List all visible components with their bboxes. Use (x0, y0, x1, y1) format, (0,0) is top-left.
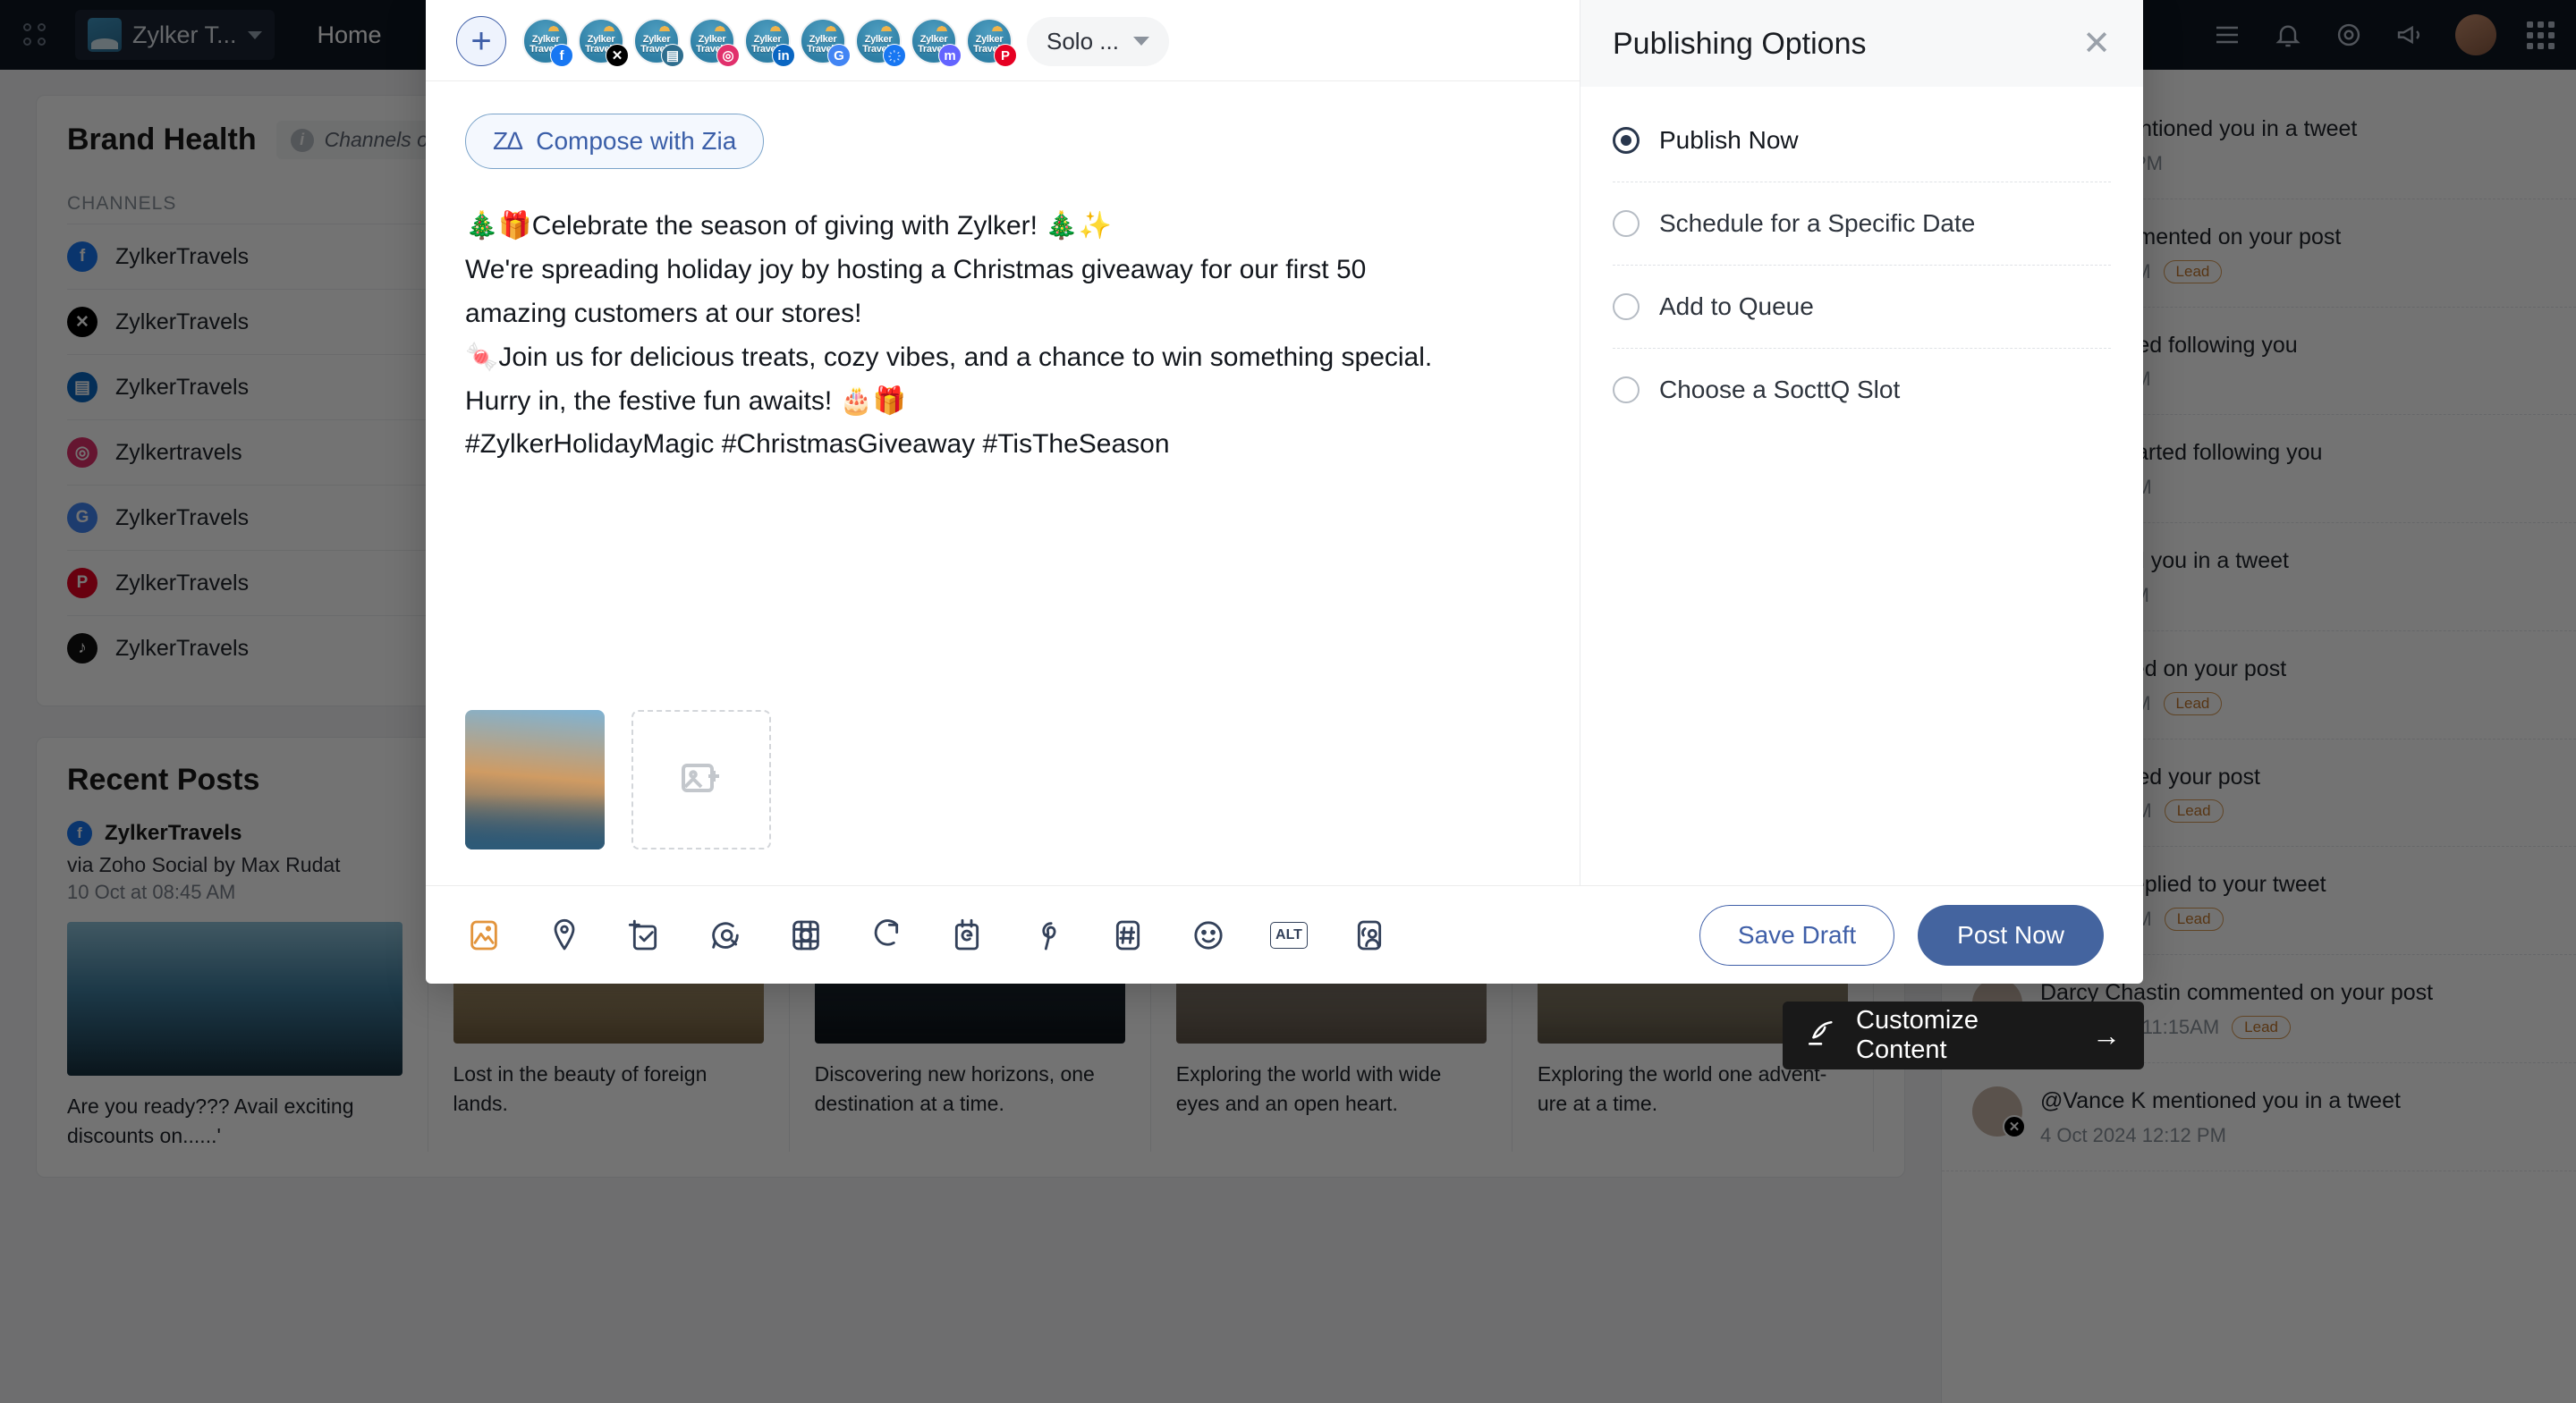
publishing-options-title: Publishing Options (1613, 27, 1867, 62)
radio-button[interactable] (1613, 293, 1640, 320)
location-pin-icon[interactable] (546, 917, 583, 954)
post-text-line: 🎄🎁Celebrate the season of giving with Zy… (465, 205, 1467, 249)
channel-avatar[interactable]: ZylkerTravels✕ (578, 18, 624, 64)
image-icon[interactable] (465, 917, 503, 954)
publishing-options-header: Publishing Options ✕ (1580, 0, 2143, 87)
compose-footer-actions: Save Draft Post Now (1699, 905, 2104, 966)
linkedin-page-icon: ▤ (661, 44, 684, 67)
linkedin-icon: in (772, 44, 795, 67)
add-channel-button[interactable]: + (456, 16, 506, 66)
media-thumbnail[interactable] (465, 710, 605, 849)
mention-user-icon[interactable] (1351, 917, 1388, 954)
publishing-option-1[interactable]: Publish Now (1613, 99, 2111, 182)
channel-avatar[interactable]: ZylkerTravels▤ (633, 18, 680, 64)
compose-with-zia-label: Compose with Zia (536, 127, 736, 156)
customize-content-label: Customize Content (1856, 1006, 2072, 1065)
compose-toolbar: ALT (465, 917, 1388, 954)
post-mode-select[interactable]: Solo ... (1027, 17, 1169, 66)
post-now-button[interactable]: Post Now (1918, 905, 2104, 966)
post-text-line: We're spreading holiday joy by hosting a… (465, 249, 1467, 336)
selected-channels: ZylkerTravelsfZylkerTravels✕ZylkerTravel… (522, 18, 1013, 64)
publishing-option-label: Publish Now (1659, 126, 1799, 155)
compose-modal-footer: ALT Save Draft Post Now (426, 885, 2143, 984)
share-arrow-icon[interactable] (868, 917, 905, 954)
google-business-icon: G (827, 44, 851, 67)
hashtag-icon[interactable] (1109, 917, 1147, 954)
close-icon[interactable]: ✕ (2082, 34, 2111, 55)
compose-modal-body: + ZylkerTravelsfZylkerTravels✕ZylkerTrav… (426, 0, 2143, 885)
publishing-option-2[interactable]: Schedule for a Specific Date (1613, 182, 2111, 266)
save-draft-button[interactable]: Save Draft (1699, 905, 1894, 966)
zia-icon: Z∆ (493, 127, 521, 156)
compose-editor-area[interactable]: Z∆ Compose with Zia 🎄🎁Celebrate the seas… (426, 81, 1580, 683)
customize-content-button[interactable]: Customize Content → (1783, 1002, 2144, 1069)
chevron-down-icon (1133, 37, 1149, 46)
alt-text-icon[interactable]: ALT (1270, 917, 1308, 954)
channel-avatar-strip: + ZylkerTravelsfZylkerTravels✕ZylkerTrav… (426, 0, 1580, 81)
channel-avatar[interactable]: ZylkerTravelsG (800, 18, 846, 64)
publishing-option-label: Add to Queue (1659, 292, 1814, 321)
publishing-option-label: Schedule for a Specific Date (1659, 209, 1975, 238)
publishing-options-list: Publish Now Schedule for a Specific Date A… (1580, 87, 2143, 431)
alt-label: ALT (1270, 922, 1308, 949)
instagram-icon: ◎ (716, 44, 740, 67)
google-post-icon[interactable] (948, 917, 986, 954)
facebook-icon: f (550, 44, 573, 67)
channel-avatar[interactable]: ZylkerTravelsm (911, 18, 957, 64)
post-text-line: 🍬Join us for delicious treats, cozy vibe… (465, 336, 1467, 380)
publishing-option-3[interactable]: Add to Queue (1613, 266, 2111, 349)
pinterest-icon[interactable] (1029, 917, 1066, 954)
radio-button[interactable] (1613, 210, 1640, 237)
post-text-content[interactable]: 🎄🎁Celebrate the season of giving with Zy… (465, 205, 1467, 467)
arrow-right-icon: → (2092, 1021, 2121, 1050)
channel-avatar[interactable]: ZylkerTravelsP (966, 18, 1013, 64)
channel-avatar[interactable]: ZylkerTravelsf (522, 18, 569, 64)
instagram-grid-icon[interactable] (787, 917, 825, 954)
pinterest-icon: P (994, 44, 1017, 67)
channel-avatar[interactable]: ZylkerTravels҉ (855, 18, 902, 64)
radio-button[interactable] (1613, 127, 1640, 154)
first-comment-icon[interactable] (707, 917, 744, 954)
publishing-option-label: Choose a SocttQ Slot (1659, 376, 1900, 404)
emoji-icon[interactable] (1190, 917, 1227, 954)
publishing-option-4[interactable]: Choose a SocttQ Slot (1613, 349, 2111, 431)
compose-post-modal: + ZylkerTravelsfZylkerTravels✕ZylkerTrav… (426, 0, 2143, 984)
add-media-button[interactable] (631, 710, 771, 849)
radio-button[interactable] (1613, 376, 1640, 403)
quill-pen-icon (1806, 1018, 1836, 1053)
add-to-calendar-icon[interactable] (626, 917, 664, 954)
facebook-group-icon: ҉ (883, 44, 906, 67)
channel-avatar[interactable]: ZylkerTravels◎ (689, 18, 735, 64)
x-icon: ✕ (606, 44, 629, 67)
publishing-options-panel: Publishing Options ✕ Publish Now Schedule… (1580, 0, 2143, 885)
post-text-line: #ZylkerHolidayMagic #ChristmasGiveaway #… (465, 423, 1467, 467)
media-attachments (426, 683, 1580, 885)
post-text-line: Hurry in, the festive fun awaits! 🎂🎁 (465, 380, 1467, 424)
channel-avatar[interactable]: ZylkerTravelsin (744, 18, 791, 64)
post-mode-value: Solo ... (1046, 28, 1119, 55)
compose-with-zia-button[interactable]: Z∆ Compose with Zia (465, 114, 764, 169)
compose-pane: + ZylkerTravelsfZylkerTravels✕ZylkerTrav… (426, 0, 1580, 885)
mastodon-icon: m (938, 44, 962, 67)
